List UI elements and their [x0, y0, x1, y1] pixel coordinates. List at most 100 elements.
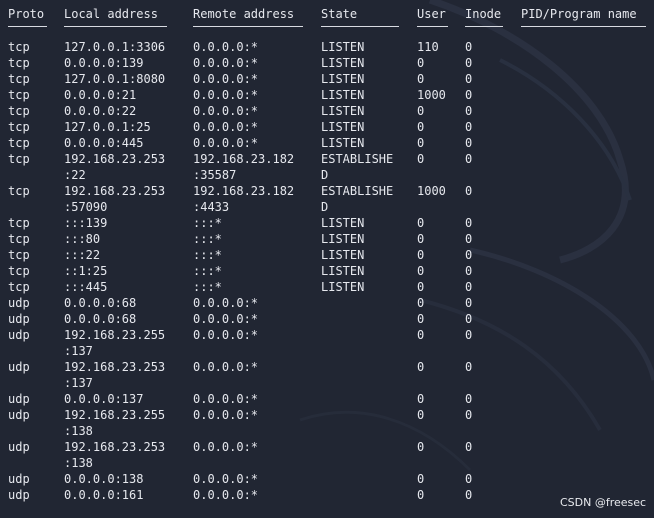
cell-local: ::1:25: [64, 264, 108, 278]
table-row: tcp 192.168.23.253:57090 192.168.23.182:44…: [0, 183, 654, 215]
cell-proto: tcp: [8, 88, 30, 102]
cell-remote: 0.0.0.0:*: [193, 328, 259, 342]
cell-proto: udp: [8, 488, 30, 502]
cell-proto: udp: [8, 472, 30, 486]
cell-inode: 0: [465, 232, 473, 246]
cell-user: 0: [417, 72, 425, 86]
cell-state: LISTEN: [321, 120, 365, 134]
cell-local: 192.168.23.253: [64, 440, 166, 454]
cell-local: :::139: [64, 216, 108, 230]
cell-local: 192.168.23.253: [64, 360, 166, 374]
cell-remote: 0.0.0.0:*: [193, 392, 259, 406]
cell-local: 0.0.0.0:161: [64, 488, 144, 502]
cell-local: :137: [64, 376, 93, 390]
cell-remote: 192.168.23.182: [193, 152, 295, 166]
cell-remote: :::*: [193, 232, 222, 246]
terminal-output: Proto Local address Remote address State…: [0, 0, 654, 518]
header-user: User: [417, 7, 446, 21]
cell-remote: 192.168.23.182: [193, 184, 295, 198]
table-row: udp 0.0.0.0:68 0.0.0.0:* 0 0: [0, 311, 654, 327]
table-row: tcp 127.0.0.1:8080 0.0.0.0:* LISTEN 0 0: [0, 71, 654, 87]
cell-local: 127.0.0.1:3306: [64, 40, 166, 54]
cell-state: LISTEN: [321, 232, 365, 246]
cell-remote: :35587: [193, 168, 237, 182]
cell-remote: 0.0.0.0:*: [193, 120, 259, 134]
cell-state: LISTEN: [321, 248, 365, 262]
cell-user: 1000: [417, 184, 446, 198]
cell-proto: tcp: [8, 72, 30, 86]
header-pid-program: PID/Program name: [521, 7, 637, 21]
cell-inode: 0: [465, 264, 473, 278]
cell-remote: 0.0.0.0:*: [193, 40, 259, 54]
cell-inode: 0: [465, 88, 473, 102]
header-local-address: Local address: [64, 7, 158, 21]
cell-local: 0.0.0.0:21: [64, 88, 137, 102]
cell-local: :138: [64, 456, 93, 470]
cell-local: :::80: [64, 232, 101, 246]
cell-proto: tcp: [8, 232, 30, 246]
cell-user: 110: [417, 40, 439, 54]
cell-user: 0: [417, 392, 425, 406]
cell-remote: :::*: [193, 280, 222, 294]
cell-remote: :::*: [193, 216, 222, 230]
cell-user: 0: [417, 136, 425, 150]
cell-inode: 0: [465, 216, 473, 230]
cell-proto: tcp: [8, 40, 30, 54]
cell-user: 0: [417, 104, 425, 118]
table-row: tcp 0.0.0.0:445 0.0.0.0:* LISTEN 0 0: [0, 135, 654, 151]
table-row: tcp 192.168.23.253:22 192.168.23.182:35587…: [0, 151, 654, 183]
cell-inode: 0: [465, 72, 473, 86]
cell-state: D: [321, 168, 329, 182]
cell-remote: 0.0.0.0:*: [193, 408, 259, 422]
cell-user: 0: [417, 232, 425, 246]
cell-proto: tcp: [8, 120, 30, 134]
header-proto: Proto: [8, 7, 45, 21]
cell-state: D: [321, 200, 329, 214]
cell-proto: tcp: [8, 248, 30, 262]
cell-user: 0: [417, 264, 425, 278]
cell-remote: 0.0.0.0:*: [193, 440, 259, 454]
cell-user: 0: [417, 312, 425, 326]
cell-proto: udp: [8, 296, 30, 310]
header-state: State: [321, 7, 358, 21]
cell-proto: tcp: [8, 56, 30, 70]
header-underline-inode: [465, 26, 503, 27]
table-header: Proto Local address Remote address State…: [0, 6, 654, 27]
cell-remote: 0.0.0.0:*: [193, 472, 259, 486]
cell-remote: 0.0.0.0:*: [193, 104, 259, 118]
cell-state: LISTEN: [321, 72, 365, 86]
cell-local: :22: [64, 168, 86, 182]
cell-user: 0: [417, 488, 425, 502]
cell-inode: 0: [465, 392, 473, 406]
cell-proto: udp: [8, 312, 30, 326]
cell-inode: 0: [465, 40, 473, 54]
cell-local: 0.0.0.0:68: [64, 296, 137, 310]
header-inode: Inode: [465, 7, 502, 21]
cell-local: :::22: [64, 248, 101, 262]
cell-local: 0.0.0.0:138: [64, 472, 144, 486]
cell-proto: tcp: [8, 264, 30, 278]
cell-inode: 0: [465, 488, 473, 502]
cell-inode: 0: [465, 120, 473, 134]
table-row: tcp 0.0.0.0:22 0.0.0.0:* LISTEN 0 0: [0, 103, 654, 119]
cell-state: LISTEN: [321, 40, 365, 54]
cell-local: 0.0.0.0:137: [64, 392, 144, 406]
cell-inode: 0: [465, 440, 473, 454]
cell-remote: 0.0.0.0:*: [193, 88, 259, 102]
cell-proto: udp: [8, 408, 30, 422]
table-row: udp 192.168.23.255:137 0.0.0.0:* 0 0: [0, 327, 654, 359]
cell-local: 0.0.0.0:445: [64, 136, 144, 150]
cell-state: ESTABLISHE: [321, 152, 394, 166]
cell-proto: tcp: [8, 152, 30, 166]
table-row: udp 192.168.23.255:138 0.0.0.0:* 0 0: [0, 407, 654, 439]
cell-remote: 0.0.0.0:*: [193, 312, 259, 326]
cell-inode: 0: [465, 248, 473, 262]
cell-inode: 0: [465, 408, 473, 422]
cell-local: :57090: [64, 200, 108, 214]
table-row: udp 0.0.0.0:161 0.0.0.0:* 0 0: [0, 487, 654, 503]
cell-state: LISTEN: [321, 104, 365, 118]
cell-local: 0.0.0.0:139: [64, 56, 144, 70]
header-remote-address: Remote address: [193, 7, 295, 21]
cell-user: 0: [417, 472, 425, 486]
cell-remote: 0.0.0.0:*: [193, 136, 259, 150]
